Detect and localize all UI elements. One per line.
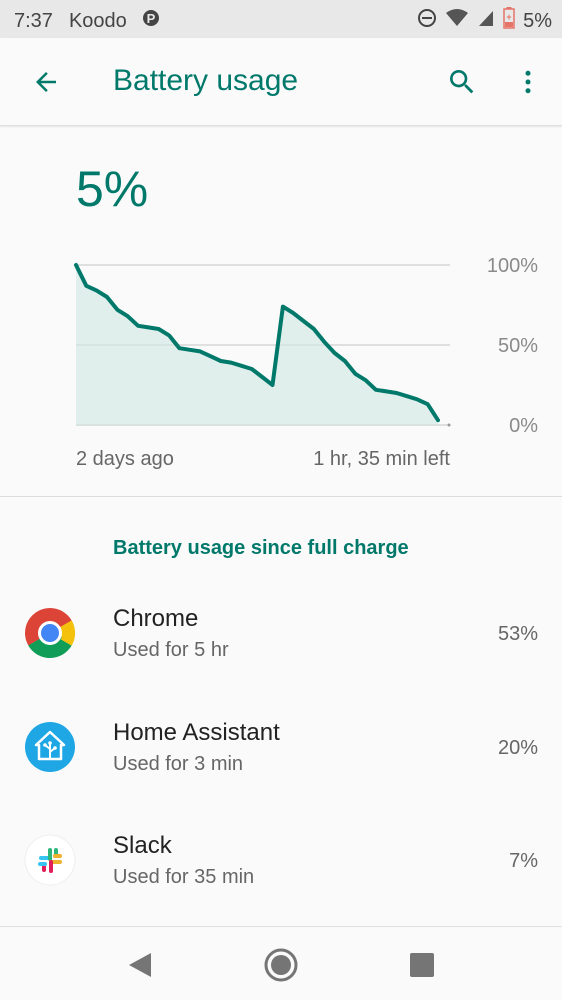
- status-bar: 7:37 Koodo P + 5%: [0, 0, 562, 38]
- app-usage-time: Used for 35 min: [113, 866, 255, 888]
- more-options-button[interactable]: [506, 60, 550, 104]
- x-axis-label: 1 hr, 35 min left: [313, 448, 450, 470]
- battery-level-value: 5%: [76, 161, 149, 217]
- back-button[interactable]: [24, 60, 68, 104]
- status-carrier: Koodo: [68, 9, 127, 32]
- do-not-disturb-icon: [417, 8, 437, 34]
- battery-history-chart: 100% 50% 0% 2 days ago 1 hr, 35 min left: [0, 240, 562, 480]
- chrome-icon: [24, 607, 76, 659]
- app-name: Slack: [113, 832, 172, 859]
- app-name: Chrome: [113, 605, 199, 632]
- app-usage-time: Used for 5 hr: [113, 639, 229, 661]
- wifi-icon: [445, 8, 469, 34]
- status-battery-percent: 5%: [523, 9, 552, 32]
- navigation-bar: [0, 926, 562, 1000]
- app-bar: Battery usage: [0, 38, 562, 126]
- nav-recents-icon: [410, 953, 434, 977]
- nav-back-button[interactable]: [118, 943, 162, 987]
- nav-home-icon: [264, 948, 298, 982]
- section-divider: [0, 496, 562, 497]
- more-vert-icon: [525, 70, 531, 94]
- x-axis-label: 2 days ago: [76, 448, 174, 470]
- app-row-slack[interactable]: Slack Used for 35 min 7%: [0, 810, 562, 910]
- app-usage-percent: 7%: [509, 850, 538, 872]
- search-button[interactable]: [440, 60, 484, 104]
- chart-end-marker: [447, 423, 451, 427]
- nav-home-button[interactable]: [259, 943, 303, 987]
- page-title: Battery usage: [113, 64, 299, 97]
- y-tick-label: 100%: [487, 255, 538, 277]
- y-tick-label: 0%: [509, 415, 538, 437]
- nav-recents-button[interactable]: [400, 943, 444, 987]
- battery-icon: +: [503, 7, 515, 35]
- app-name: Home Assistant: [113, 719, 280, 746]
- svg-text:P: P: [146, 11, 155, 26]
- slack-icon: [24, 834, 76, 886]
- arrow-left-icon: [36, 72, 56, 92]
- app-row-chrome[interactable]: Chrome Used for 5 hr 53%: [0, 583, 562, 683]
- home-assistant-icon: [24, 721, 76, 773]
- search-icon: [450, 70, 474, 94]
- signal-icon: [477, 8, 495, 34]
- svg-text:+: +: [506, 12, 511, 22]
- status-time: 7:37: [14, 9, 53, 32]
- section-title: Battery usage since full charge: [113, 537, 409, 559]
- nav-back-icon: [129, 953, 151, 977]
- app-usage-time: Used for 3 min: [113, 753, 244, 775]
- app-usage-percent: 20%: [497, 737, 538, 759]
- y-tick-label: 50%: [498, 335, 538, 357]
- app-row-home-assistant[interactable]: Home Assistant Used for 3 min 20%: [0, 697, 562, 797]
- app-usage-percent: 53%: [497, 623, 538, 645]
- parking-icon: P: [142, 8, 159, 34]
